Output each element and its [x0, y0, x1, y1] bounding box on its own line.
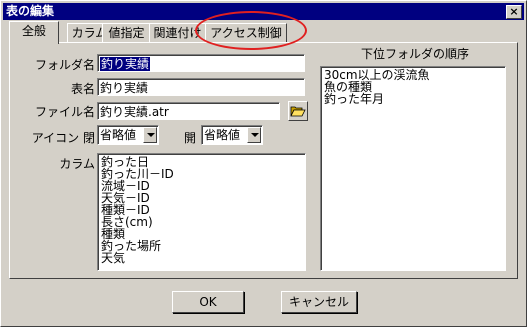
tab-access-control[interactable]: アクセス制御 [205, 23, 287, 43]
folder-name-value: 釣り実績 [100, 57, 151, 71]
ok-button[interactable]: OK [172, 291, 244, 313]
file-name-field[interactable]: 釣り実績.atr [97, 102, 280, 120]
tab-association[interactable]: 関連付け [149, 23, 206, 43]
title-bar[interactable]: 表の編集 × [3, 3, 524, 20]
table-name-field[interactable]: 釣り実績 [97, 78, 305, 96]
icon-closed-select[interactable]: 省略値 [97, 125, 159, 145]
column-list-item[interactable]: 長さ(cm) [101, 216, 302, 228]
folder-name-label: フォルダ名 [34, 58, 95, 72]
tab-general[interactable]: 全般 [9, 21, 59, 44]
columns-label: カラム [59, 157, 95, 171]
dialog-window: 表の編集 × カラム 値指定 関連付け アクセス制御 全般 フォルダ名 釣り実績… [0, 0, 527, 327]
column-list-item[interactable]: 天気 [101, 252, 302, 264]
file-name-label: ファイル名 [34, 105, 95, 119]
folder-open-icon [290, 106, 306, 117]
column-list-item[interactable]: 釣った場所 [101, 240, 302, 252]
chevron-down-icon[interactable] [247, 127, 261, 143]
icon-open-value: 省略値 [204, 128, 241, 142]
folder-name-field[interactable]: 釣り実績 [97, 54, 305, 72]
subfolder-list-item[interactable]: 釣った年月 [324, 93, 502, 105]
cancel-button[interactable]: キャンセル [281, 291, 357, 313]
browse-folder-button[interactable] [288, 101, 308, 121]
tab-panel-general: フォルダ名 釣り実績 表名 釣り実績 ファイル名 釣り実績.atr アイコン 閉… [9, 42, 518, 279]
icon-open-label-text: 開 [183, 131, 196, 145]
icon-closed-label: アイコン 閉 [31, 131, 95, 145]
window-title: 表の編集 [6, 4, 55, 18]
subfolder-order-label: 下位フォルダの順序 [360, 47, 469, 61]
columns-listbox[interactable]: 釣った日 釣った川－ID 流域－ID 天気－ID 種類－ID 長さ(cm) 種類 釣った場所天… [97, 153, 306, 271]
icon-closed-value: 省略値 [100, 128, 137, 142]
icon-open-select[interactable]: 省略値 [201, 125, 263, 145]
tab-value-spec[interactable]: 値指定 [102, 23, 151, 43]
chevron-down-icon[interactable] [143, 127, 157, 143]
close-button[interactable]: × [506, 5, 522, 19]
subfolder-order-listbox[interactable]: 30cm以上の渓流魚 魚の種類 釣った年月 [320, 66, 506, 271]
table-name-label: 表名 [70, 82, 95, 96]
